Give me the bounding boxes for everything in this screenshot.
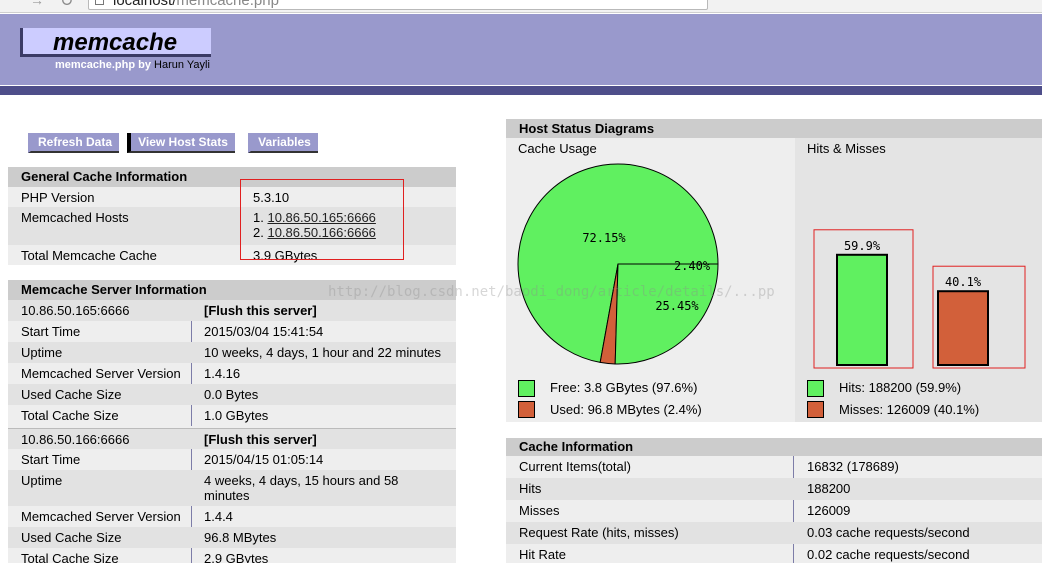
cache-info-key: Current Items(total) <box>519 459 631 474</box>
cache-info-title: Cache Information <box>506 438 1042 456</box>
cache-info-value: 16832 (178689) <box>807 459 899 474</box>
bar-hits <box>836 253 888 366</box>
pie-label: 72.15% <box>582 231 626 245</box>
misses-legend-swatch <box>807 401 824 418</box>
misses-legend: Misses: 126009 (40.1%) <box>839 402 980 417</box>
hits-misses-bars: 59.9% 40.1% <box>813 229 1026 369</box>
used-legend: Used: 96.8 MBytes (2.4%) <box>550 402 702 417</box>
pie-slice-free-2 <box>614 263 719 365</box>
cache-info-row: Current Items(total) 16832 (178689) <box>506 456 1042 478</box>
hits-legend: Hits: 188200 (59.9%) <box>839 380 962 395</box>
cache-info-key: Request Rate (hits, misses) <box>519 525 679 540</box>
cache-info-key: Misses <box>519 503 560 518</box>
free-legend-swatch <box>518 380 535 397</box>
bar-label: 59.9% <box>844 239 881 253</box>
bar-label: 40.1% <box>945 275 982 289</box>
cache-usage-pie: 72.15% 2.40% 25.45% <box>517 163 719 365</box>
cache-info-value: 0.02 cache requests/second <box>807 547 970 562</box>
cache-info-value: 0.03 cache requests/second <box>807 525 970 540</box>
cache-info-value: 188200 <box>807 481 851 496</box>
cache-info-row: Hit Rate 0.02 cache requests/second <box>506 544 1042 563</box>
cache-info-value: 126009 <box>807 503 851 518</box>
pie-label: 25.45% <box>655 299 699 313</box>
watermark: http://blog.csdn.net/baodi_dong/article/… <box>328 284 775 300</box>
cache-info-row: Misses 126009 <box>506 500 1042 522</box>
bar-misses <box>937 290 989 366</box>
used-legend-swatch <box>518 401 535 418</box>
cache-information: Cache Information Current Items(total) 1… <box>506 438 1042 563</box>
cache-info-row: Request Rate (hits, misses) 0.03 cache r… <box>506 522 1042 544</box>
cache-info-key: Hits <box>519 481 542 496</box>
cache-info-key: Hit Rate <box>519 547 566 562</box>
cache-info-row: Hits 188200 <box>506 478 1042 500</box>
free-legend: Free: 3.8 GBytes (97.6%) <box>550 380 698 395</box>
hits-legend-swatch <box>807 380 824 397</box>
pie-label: 2.40% <box>674 259 711 273</box>
